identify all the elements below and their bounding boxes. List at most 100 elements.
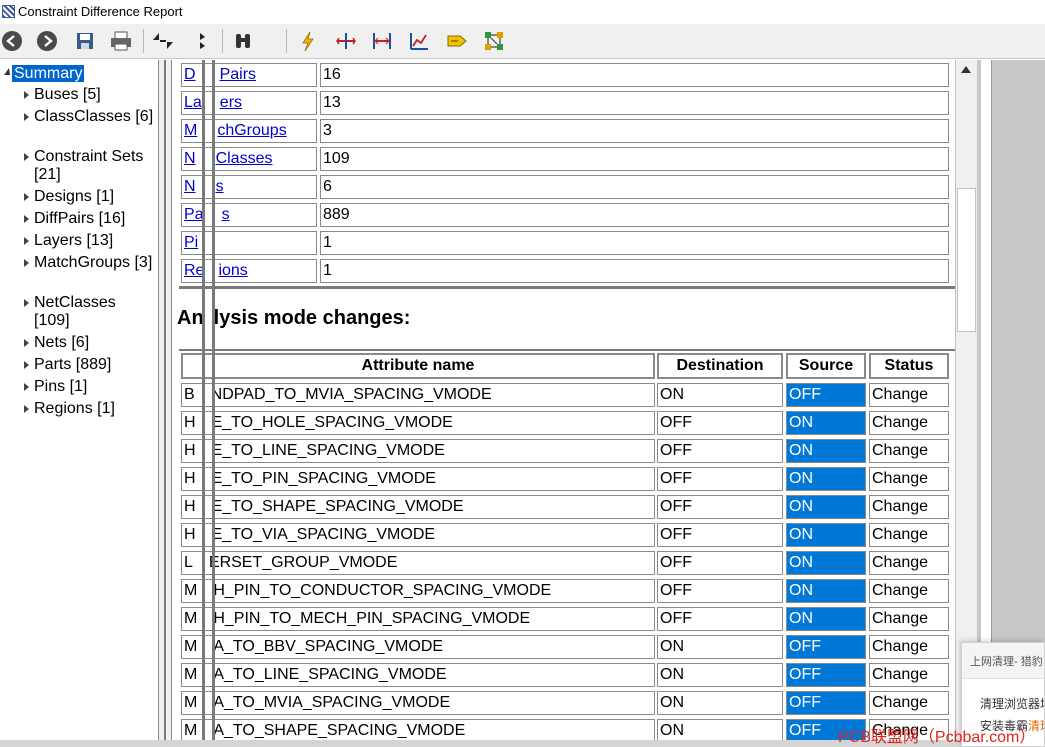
popup-line: 清理浏览器垃 — [980, 697, 1045, 711]
attribute-name: H_PIN_TO_CONDUCTOR_SPACING_VMODE — [213, 582, 552, 599]
status-cell: Change — [869, 663, 949, 687]
pane-splitter[interactable] — [158, 60, 172, 740]
forward-arrow-icon[interactable] — [35, 29, 59, 53]
destination-cell: OFF — [657, 439, 783, 463]
collapsed-arrow-icon[interactable] — [24, 237, 29, 245]
tree-item-diffpairs[interactable]: DiffPairs [16] — [24, 210, 154, 228]
expanded-arrow-icon[interactable] — [4, 68, 10, 76]
tree-item-classclasses[interactable]: ClassClasses [6] — [24, 108, 154, 126]
measure-icon[interactable] — [370, 29, 394, 53]
tree-item-buses[interactable]: Buses [5] — [24, 86, 154, 104]
status-cell: Change — [869, 383, 949, 407]
tree-item-nets[interactable]: Nets [6] — [24, 334, 154, 352]
app-icon — [2, 5, 15, 18]
source-cell: ON — [786, 439, 866, 463]
link-text[interactable]: s — [222, 206, 230, 223]
link-text[interactable]: La — [184, 94, 202, 111]
source-cell: ON — [786, 551, 866, 575]
report-content: D Pairs 16 La ers 13 MchGroups 3 N Classes … — [172, 60, 955, 740]
tree-item-label: NetClasses [109] — [34, 294, 116, 329]
toolbar-separator — [222, 29, 223, 53]
collapsed-arrow-icon[interactable] — [24, 405, 29, 413]
link-text[interactable]: Pairs — [220, 66, 256, 83]
attribute-name: NDPAD_TO_MVIA_SPACING_VMODE — [210, 386, 492, 403]
tree-item-parts[interactable]: Parts [889] — [24, 356, 154, 374]
destination-cell: OFF — [657, 551, 783, 575]
tree-item-label: Buses [5] — [34, 86, 101, 103]
attribute-first-char: L — [184, 554, 193, 571]
link-text[interactable]: chGroups — [217, 122, 286, 139]
tag-icon[interactable] — [445, 29, 469, 53]
vertical-scrollbar[interactable] — [955, 60, 977, 740]
collapsed-arrow-icon[interactable] — [24, 259, 29, 267]
link-text[interactable]: N — [184, 150, 196, 167]
tree-item-label: Nets [6] — [34, 334, 90, 351]
lightning-icon[interactable] — [296, 29, 320, 53]
col-header-source: Source — [786, 353, 866, 379]
source-cell: ON — [786, 579, 866, 603]
link-text[interactable]: N — [184, 178, 196, 195]
collapsed-arrow-icon[interactable] — [24, 153, 29, 161]
destination-cell: ON — [657, 719, 783, 740]
link-text[interactable]: M — [184, 122, 197, 139]
collapsed-arrow-icon[interactable] — [24, 91, 29, 99]
table-bottom-border — [179, 286, 955, 289]
tree-item-designs[interactable]: Designs [1] — [24, 188, 154, 206]
link-text[interactable]: ions — [218, 262, 247, 279]
attribute-first-char: M — [184, 610, 198, 627]
link-text[interactable]: s — [216, 178, 224, 195]
spacing-icon[interactable] — [334, 29, 358, 53]
link-text[interactable]: ers — [220, 94, 242, 111]
tree-root[interactable]: Summary — [4, 64, 85, 83]
link-text[interactable]: Pa — [184, 206, 204, 223]
attribute-first-char: H — [184, 526, 196, 543]
tree-item-pins[interactable]: Pins [1] — [24, 378, 154, 396]
tree-item-constraint-sets[interactable]: Constraint Sets [21] — [24, 148, 154, 184]
source-cell: ON — [786, 411, 866, 435]
collapsed-arrow-icon[interactable] — [24, 339, 29, 347]
right-pane — [977, 60, 1045, 740]
save-icon[interactable] — [73, 29, 97, 53]
attribute-first-char: B — [184, 386, 195, 403]
chart-icon[interactable] — [407, 29, 431, 53]
link-text[interactable]: Classes — [216, 150, 273, 167]
link-text[interactable]: Pi — [184, 234, 198, 251]
scroll-up-arrow-icon[interactable] — [961, 66, 971, 73]
destination-cell: ON — [657, 663, 783, 687]
right-pane-divider — [981, 60, 992, 740]
attribute-first-char: H — [184, 442, 196, 459]
status-cell: Change — [869, 579, 949, 603]
step-icon[interactable] — [190, 29, 214, 53]
popup-title: 上网清理- 猎豹 — [962, 643, 1044, 679]
destination-cell: OFF — [657, 495, 783, 519]
scroll-thumb[interactable] — [957, 188, 976, 332]
collapsed-arrow-icon[interactable] — [24, 299, 29, 307]
collapsed-arrow-icon[interactable] — [24, 215, 29, 223]
attribute-name: E_TO_SHAPE_SPACING_VMODE — [211, 498, 464, 515]
expand-collapse-icon[interactable] — [150, 29, 174, 53]
status-cell: Change — [869, 439, 949, 463]
network-icon[interactable] — [482, 29, 506, 53]
status-cell: Change — [869, 635, 949, 659]
back-arrow-icon[interactable] — [0, 29, 24, 53]
destination-cell: OFF — [657, 579, 783, 603]
collapsed-arrow-icon[interactable] — [24, 383, 29, 391]
attribute-name: ERSET_GROUP_VMODE — [208, 554, 398, 571]
print-icon[interactable] — [109, 29, 133, 53]
attribute-name: E_TO_VIA_SPACING_VMODE — [211, 526, 436, 543]
binoculars-icon[interactable] — [231, 29, 255, 53]
attribute-cell: B NDPAD_TO_MVIA_SPACING_VMODE — [181, 383, 655, 407]
destination-cell: OFF — [657, 523, 783, 547]
collapsed-arrow-icon[interactable] — [24, 113, 29, 121]
summary-value: 889 — [320, 203, 949, 227]
col-header-attribute: Attribute name — [181, 353, 655, 379]
col-header-destination: Destination — [657, 353, 783, 379]
link-text[interactable]: D — [184, 66, 196, 83]
collapsed-arrow-icon[interactable] — [24, 193, 29, 201]
tree-item-regions[interactable]: Regions [1] — [24, 400, 154, 418]
tree-item-netclasses[interactable]: NetClasses [109] — [24, 294, 154, 330]
tree-item-layers[interactable]: Layers [13] — [24, 232, 154, 250]
tree-item-label: Pins [1] — [34, 378, 88, 395]
tree-item-matchgroups[interactable]: MatchGroups [3] — [24, 254, 154, 272]
collapsed-arrow-icon[interactable] — [24, 361, 29, 369]
